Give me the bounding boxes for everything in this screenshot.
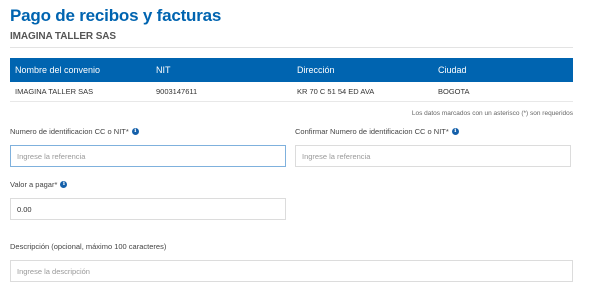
header-nit: NIT [156,65,171,75]
info-icon[interactable]: i [131,128,139,135]
id-number-input[interactable]: Ingrese la referencia [10,145,286,167]
cell-nombre-convenio: IMAGINA TALLER SAS [15,87,94,96]
company-name: IMAGINA TALLER SAS [10,31,116,42]
table-header: Nombre del convenio NIT Dirección Ciudad [10,58,573,82]
divider [10,47,573,48]
amount-label-text: Valor a pagar* [10,180,58,189]
page-title: Pago de recibos y facturas [10,6,222,25]
header-ciudad: Ciudad [438,65,467,75]
required-fields-note: Los datos marcados con un asterisco (*) … [411,110,573,117]
amount-label: Valor a pagar* i [10,180,68,189]
header-direccion: Dirección [297,65,335,75]
confirm-id-number-label-text: Confirmar Numero de identificacion CC o … [295,127,449,136]
amount-input[interactable]: 0.00 [10,198,286,220]
confirm-id-number-input[interactable]: Ingrese la referencia [295,145,571,167]
header-nombre-convenio: Nombre del convenio [15,65,101,75]
agreement-table: Nombre del convenio NIT Dirección Ciudad… [10,58,573,102]
cell-ciudad: BOGOTA [438,87,470,96]
table-row: IMAGINA TALLER SAS 9003147611 KR 70 C 51… [10,82,573,102]
confirm-id-number-label: Confirmar Numero de identificacion CC o … [295,127,459,136]
info-icon[interactable]: i [60,181,68,188]
cell-nit: 9003147611 [156,87,198,96]
info-icon[interactable]: i [451,128,459,135]
description-label-text: Descripción (opcional, máximo 100 caract… [10,242,167,251]
id-number-label: Numero de identificacion CC o NIT* i [10,127,139,136]
description-input[interactable]: Ingrese la descripción [10,260,573,282]
id-number-label-text: Numero de identificacion CC o NIT* [10,127,129,136]
cell-direccion: KR 70 C 51 54 ED AVA [297,87,375,96]
description-label: Descripción (opcional, máximo 100 caract… [10,242,166,251]
